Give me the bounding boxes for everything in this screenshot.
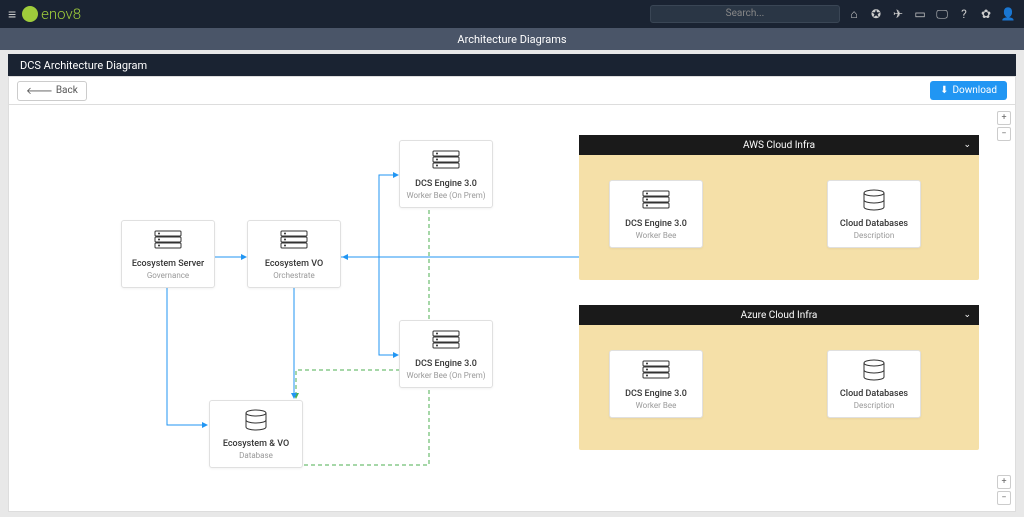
server-icon — [641, 189, 671, 211]
node-eco-server[interactable]: Ecosystem Server Governance — [121, 220, 215, 288]
database-icon — [859, 359, 889, 381]
node-sub: Governance — [128, 271, 208, 281]
page-title: DCS Architecture Diagram — [20, 59, 147, 72]
node-title: Ecosystem VO — [254, 259, 334, 270]
node-sub: Worker Bee — [616, 401, 696, 411]
zoom-in-button[interactable]: + — [997, 111, 1011, 125]
group-azure-header[interactable]: Azure Cloud Infra ⌄ — [579, 305, 979, 325]
download-label: Download — [952, 85, 997, 96]
subheader-title: Architecture Diagrams — [457, 33, 566, 46]
node-sub: Worker Bee (On Prem) — [406, 371, 486, 381]
logo-icon — [22, 6, 38, 22]
node-db-aws[interactable]: Cloud Databases Description — [827, 180, 921, 248]
toolbar: 🡐 Back ⬇ Download — [8, 76, 1016, 104]
server-icon — [153, 229, 183, 251]
node-sub: Worker Bee — [616, 231, 696, 241]
node-sub: Database — [216, 451, 296, 461]
server-icon — [431, 149, 461, 171]
back-arrow-icon: 🡐 — [26, 85, 53, 97]
group-aws-title: AWS Cloud Infra — [743, 140, 815, 151]
back-button[interactable]: 🡐 Back — [17, 81, 87, 101]
search-input[interactable]: Search... — [650, 5, 840, 23]
zoom-controls-top: + − — [997, 111, 1011, 141]
user-icon[interactable]: 👤 — [1000, 7, 1016, 21]
star-icon[interactable]: ✪ — [868, 7, 884, 21]
pagebar: DCS Architecture Diagram — [8, 54, 1016, 76]
database-icon — [859, 189, 889, 211]
diagram-canvas[interactable]: AWS Cloud Infra ⌄ Azure Cloud Infra ⌄ Ec… — [8, 104, 1016, 512]
group-aws-header[interactable]: AWS Cloud Infra ⌄ — [579, 135, 979, 155]
node-sub: Orchestrate — [254, 271, 334, 281]
node-sub: Worker Bee (On Prem) — [406, 191, 486, 201]
server-icon — [279, 229, 309, 251]
zoom-out-button[interactable]: − — [997, 127, 1011, 141]
node-dcs-onprem1[interactable]: DCS Engine 3.0 Worker Bee (On Prem) — [399, 140, 493, 208]
subheader: Architecture Diagrams — [0, 28, 1024, 50]
zoom-controls-bottom: + − — [997, 475, 1011, 505]
node-db-azure[interactable]: Cloud Databases Description — [827, 350, 921, 418]
database-icon — [241, 409, 271, 431]
node-eco-vo[interactable]: Ecosystem VO Orchestrate — [247, 220, 341, 288]
node-title: DCS Engine 3.0 — [616, 389, 696, 400]
chevron-down-icon: ⌄ — [963, 310, 971, 320]
archive-icon[interactable]: ▭ — [912, 7, 928, 21]
node-title: DCS Engine 3.0 — [406, 179, 486, 190]
node-title: DCS Engine 3.0 — [406, 359, 486, 370]
send-icon[interactable]: ✈ — [890, 7, 906, 21]
node-title: Ecosystem Server — [128, 259, 208, 270]
node-sub: Description — [834, 231, 914, 241]
logo[interactable]: enov8 — [22, 5, 81, 23]
home-icon[interactable]: ⌂ — [846, 7, 862, 21]
node-title: Cloud Databases — [834, 219, 914, 230]
node-dcs-aws[interactable]: DCS Engine 3.0 Worker Bee — [609, 180, 703, 248]
gear-icon[interactable]: ✿ — [978, 7, 994, 21]
server-icon — [641, 359, 671, 381]
menu-icon[interactable]: ≡ — [8, 6, 16, 23]
node-eco-db[interactable]: Ecosystem & VO Database — [209, 400, 303, 468]
node-dcs-onprem2[interactable]: DCS Engine 3.0 Worker Bee (On Prem) — [399, 320, 493, 388]
node-title: DCS Engine 3.0 — [616, 219, 696, 230]
group-azure-title: Azure Cloud Infra — [741, 310, 818, 321]
back-label: Back — [56, 85, 78, 96]
zoom-out-button[interactable]: − — [997, 491, 1011, 505]
monitor-icon[interactable]: 🖵 — [934, 7, 950, 22]
zoom-in-button[interactable]: + — [997, 475, 1011, 489]
download-button[interactable]: ⬇ Download — [930, 81, 1007, 100]
node-title: Ecosystem & VO — [216, 439, 296, 450]
node-title: Cloud Databases — [834, 389, 914, 400]
help-icon[interactable]: ? — [956, 7, 972, 21]
node-sub: Description — [834, 401, 914, 411]
node-dcs-azure[interactable]: DCS Engine 3.0 Worker Bee — [609, 350, 703, 418]
topbar: ≡ enov8 Search... ⌂ ✪ ✈ ▭ 🖵 ? ✿ 👤 — [0, 0, 1024, 28]
server-icon — [431, 329, 461, 351]
logo-text: enov8 — [41, 5, 81, 23]
download-icon: ⬇ — [940, 85, 948, 96]
chevron-down-icon: ⌄ — [963, 140, 971, 150]
